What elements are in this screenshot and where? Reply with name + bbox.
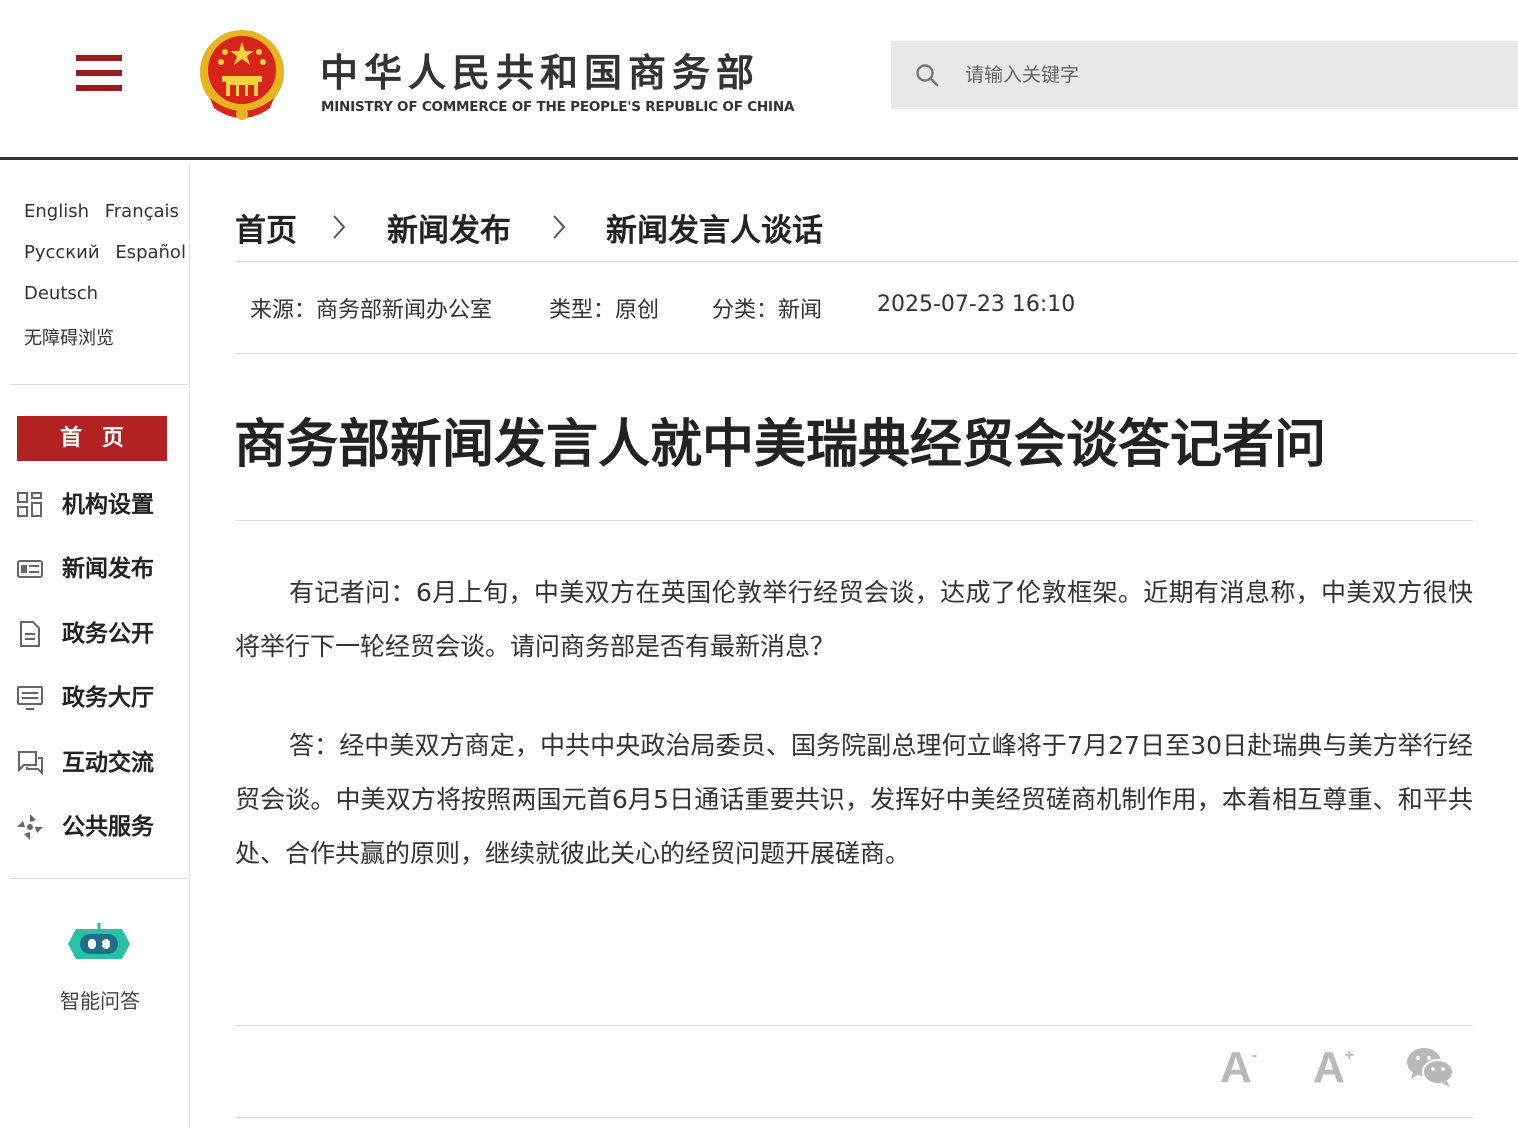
sidebar: English Français Русский Español Deutsch… <box>0 163 190 1128</box>
font-increase-button[interactable]: A+ <box>1313 1043 1354 1093</box>
national-emblem-icon <box>200 30 284 120</box>
chat-icon <box>18 751 43 776</box>
search-input[interactable] <box>965 55 1485 95</box>
language-row-4: 无障碍浏览 <box>24 324 124 350</box>
sidebar-item-public-service[interactable]: 公共服务 <box>16 809 186 845</box>
assistant-label[interactable]: 智能问答 <box>30 985 170 1014</box>
search-box <box>891 41 1518 109</box>
sidebar-home-button[interactable]: 首页 <box>17 416 167 461</box>
sidebar-item-organization[interactable]: 机构设置 <box>16 487 186 523</box>
meta-source: 来源：商务部新闻办公室 <box>250 298 493 323</box>
article-title: 商务部新闻发言人就中美瑞典经贸会谈答记者问 <box>234 415 1327 475</box>
monitor-icon <box>17 686 43 710</box>
sidebar-item-label: 新闻发布 <box>62 556 154 582</box>
robot-assistant-icon[interactable] <box>66 921 132 967</box>
sidebar-item-label: 政务公开 <box>62 621 154 647</box>
sidebar-divider <box>10 878 188 879</box>
font-decrease-button[interactable]: A- <box>1220 1043 1257 1093</box>
lang-german[interactable]: Deutsch <box>24 283 98 304</box>
sidebar-item-government-affairs[interactable]: 政务公开 <box>16 616 186 652</box>
sidebar-item-label: 互动交流 <box>62 750 154 776</box>
site-subtitle: MINISTRY OF COMMERCE OF THE PEOPLE'S REP… <box>321 99 795 115</box>
breadcrumb-spokesperson[interactable]: 新闻发言人谈话 <box>606 205 823 250</box>
lang-french[interactable]: Français <box>105 201 179 222</box>
meta-datetime: 2025-07-23 16:10 <box>877 292 1076 317</box>
site-header: 中华人民共和国商务部 MINISTRY OF COMMERCE OF THE P… <box>0 0 1518 160</box>
search-icon[interactable] <box>915 63 939 87</box>
article-paragraph: 答：经中美双方商定，中共中央政治局委员、国务院副总理何立峰将于7月27日至30日… <box>235 731 1473 868</box>
menu-icon[interactable] <box>76 55 122 93</box>
language-row-3: Deutsch <box>24 283 108 304</box>
grid-icon <box>17 492 42 517</box>
chevron-right-icon <box>333 215 346 239</box>
article-paragraph: 有记者问：6月上旬，中美双方在英国伦敦举行经贸会谈，达成了伦敦框架。近期有消息称… <box>235 578 1473 661</box>
news-icon <box>17 560 43 578</box>
sidebar-item-interaction[interactable]: 互动交流 <box>16 745 186 781</box>
lang-russian[interactable]: Русский <box>24 242 100 263</box>
site-title: 中华人民共和国商务部 <box>320 51 761 95</box>
sidebar-item-label: 公共服务 <box>62 814 154 840</box>
service-icon <box>17 814 43 840</box>
wechat-icon[interactable] <box>1405 1046 1455 1088</box>
divider <box>235 1025 1473 1026</box>
lang-spanish[interactable]: Español <box>115 242 186 263</box>
document-icon <box>20 621 40 647</box>
sidebar-item-label: 机构设置 <box>62 492 154 518</box>
language-row-2: Русский Español <box>24 242 196 263</box>
divider <box>235 261 1518 262</box>
lang-english[interactable]: English <box>24 201 89 222</box>
chevron-right-icon <box>553 215 566 239</box>
breadcrumb-home[interactable]: 首页 <box>235 205 297 250</box>
sidebar-item-service-hall[interactable]: 政务大厅 <box>16 680 186 716</box>
divider <box>235 1117 1473 1118</box>
accessible-browsing-link[interactable]: 无障碍浏览 <box>24 328 114 349</box>
sidebar-item-label: 政务大厅 <box>62 685 154 711</box>
sidebar-item-news[interactable]: 新闻发布 <box>16 551 186 587</box>
divider <box>235 353 1518 354</box>
sidebar-divider <box>10 384 188 385</box>
language-row-1: English Français <box>24 201 189 222</box>
meta-type: 类型：原创 <box>549 298 660 323</box>
breadcrumb-news[interactable]: 新闻发布 <box>387 205 511 250</box>
divider <box>235 520 1473 521</box>
meta-category: 分类：新闻 <box>712 298 823 323</box>
